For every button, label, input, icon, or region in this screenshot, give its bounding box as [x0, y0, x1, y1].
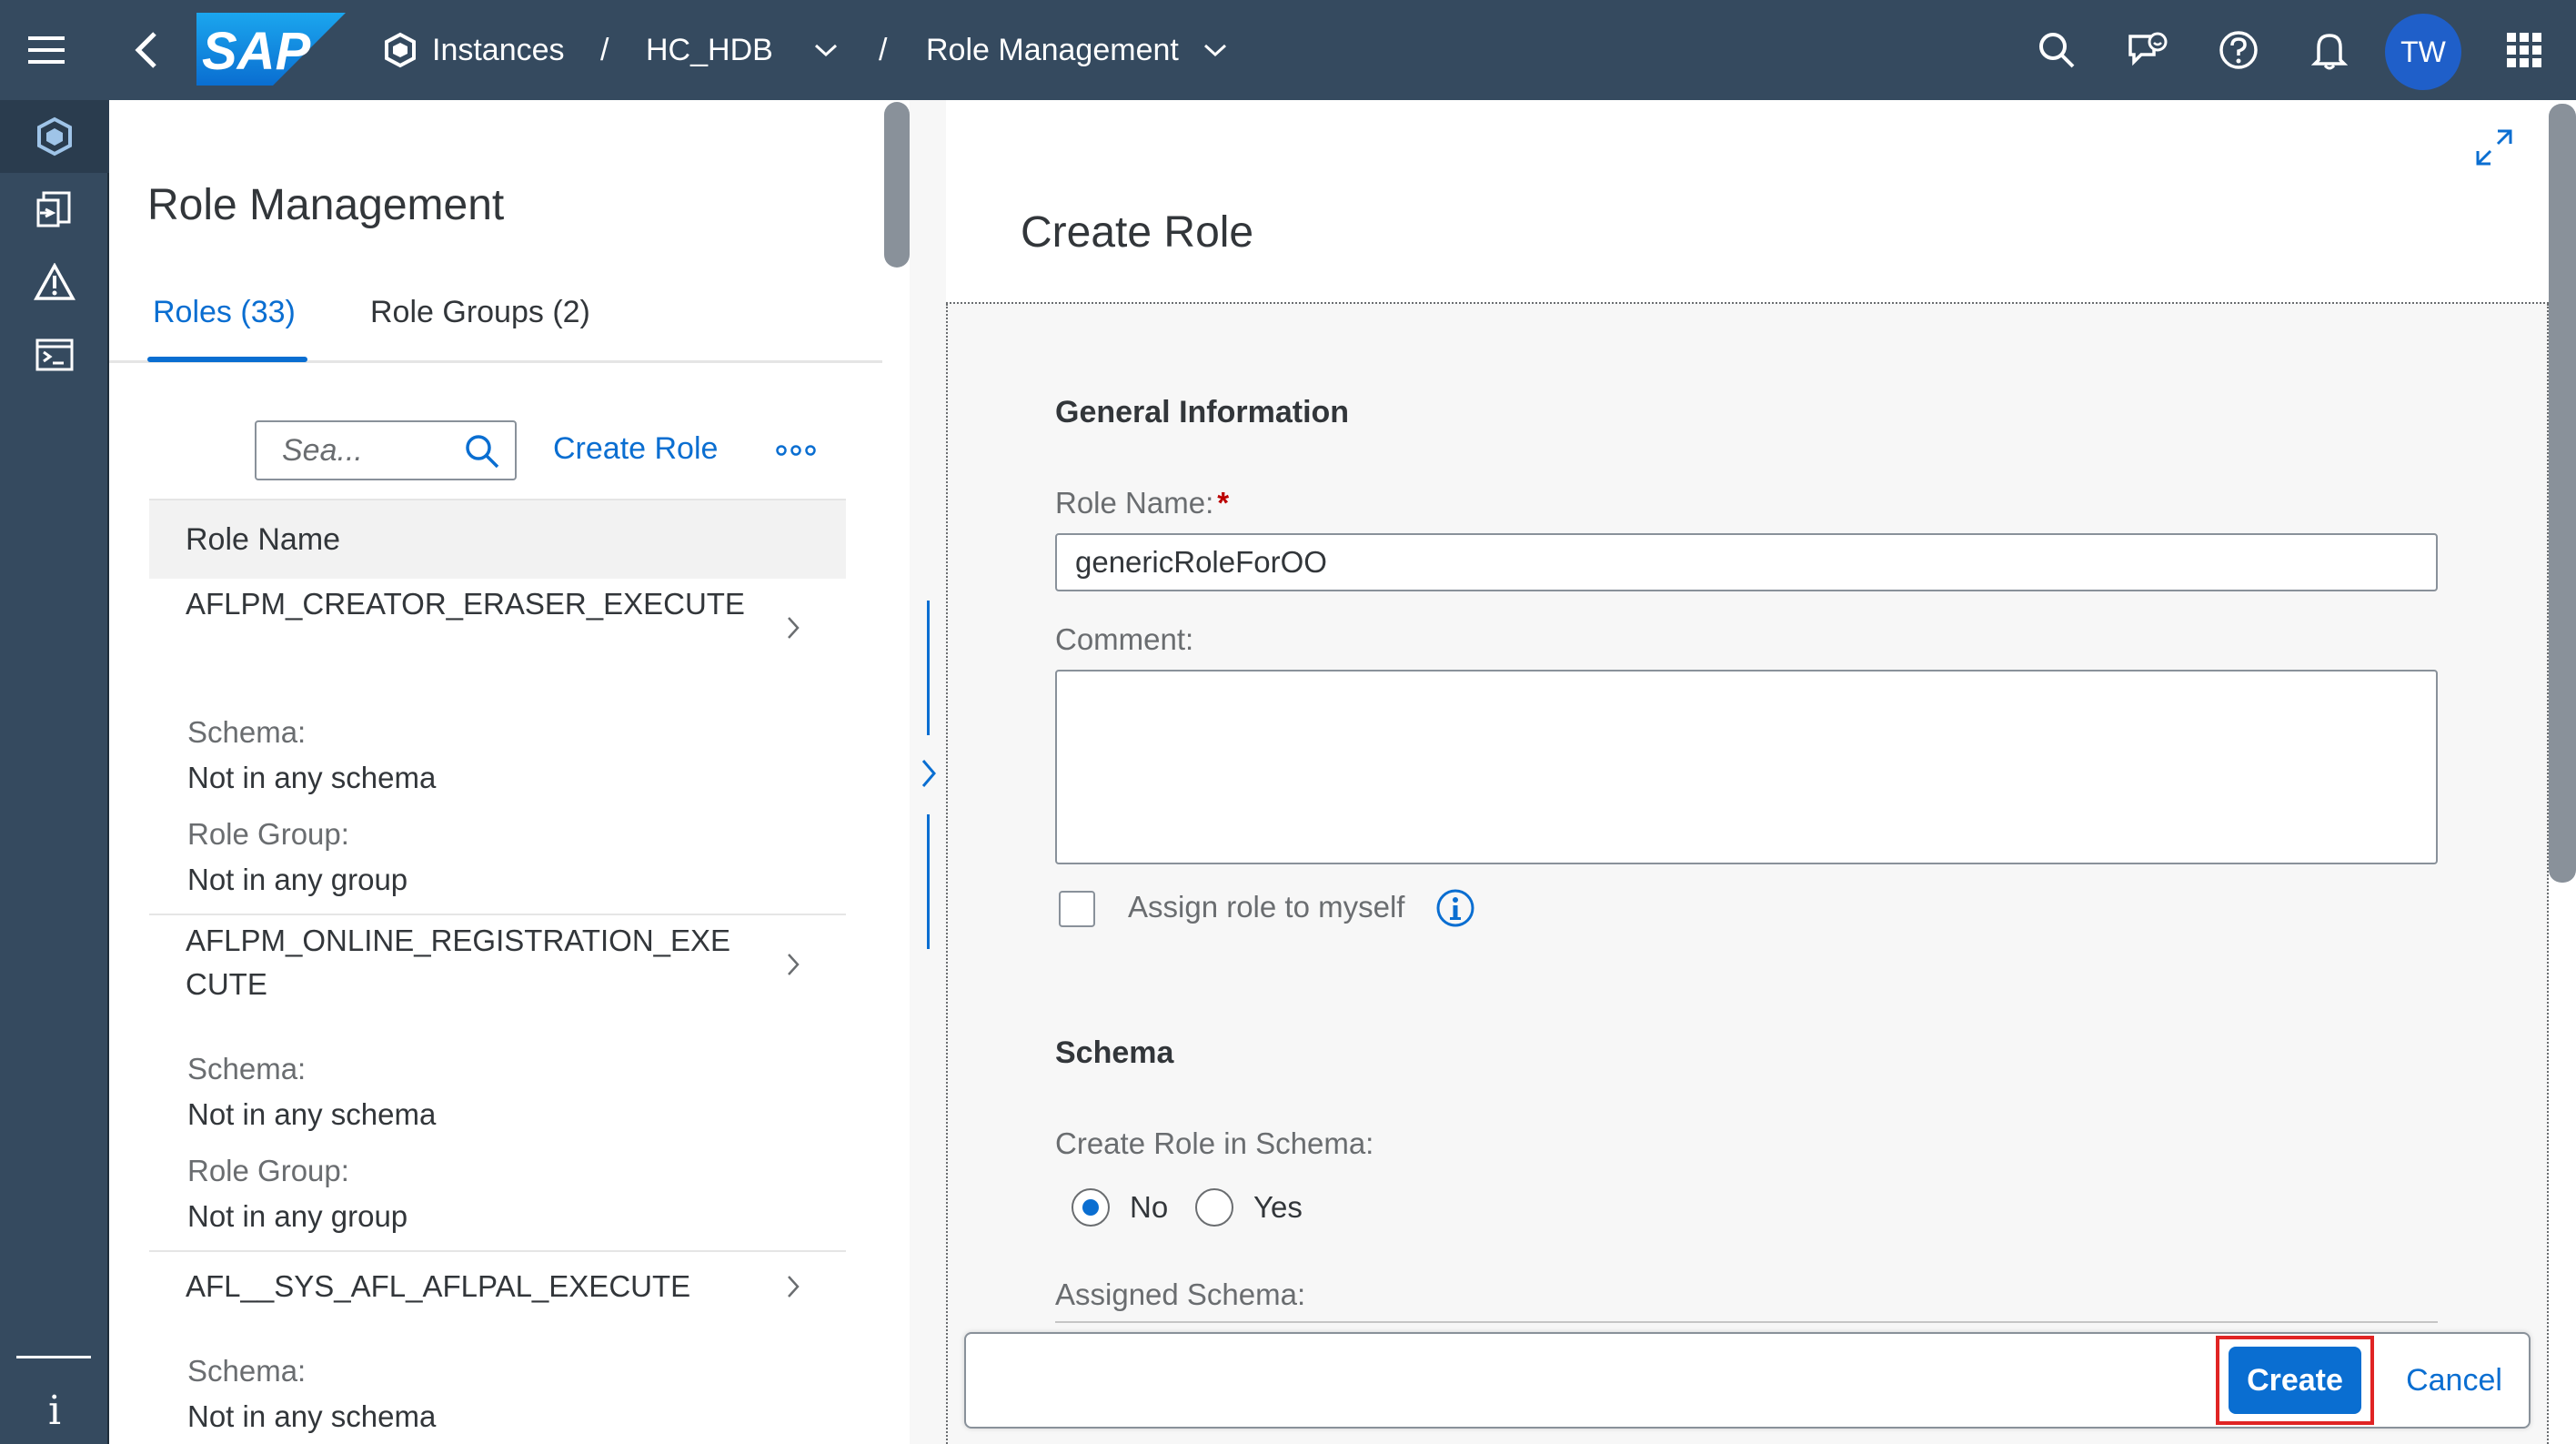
assign-role-checkbox[interactable] — [1059, 891, 1095, 927]
schema-value: Not in any schema — [187, 1399, 437, 1433]
tab-active-indicator — [147, 357, 307, 362]
schema-label: Schema: — [187, 1354, 307, 1388]
tab-roles[interactable]: Roles (33) — [153, 295, 296, 330]
assigned-schema-label: Assigned Schema: — [1055, 1277, 1306, 1311]
page-title: Role Management — [147, 181, 505, 229]
create-role-header: Create Role — [946, 100, 2549, 304]
search-placeholder: Sea... — [282, 433, 363, 468]
sap-logo[interactable]: SAP — [196, 13, 346, 86]
search-icon[interactable] — [2034, 0, 2079, 100]
list-item[interactable]: AFL__SYS_AFL_AFLPAL_EXECUTE Schema: Not … — [149, 1252, 846, 1444]
radio-no-label[interactable]: No — [1130, 1190, 1168, 1225]
list-item[interactable]: AFLPM_CREATOR_ERASER_EXECUTE Schema: Not… — [149, 579, 846, 915]
sidenav-sql-console-icon[interactable] — [0, 318, 109, 391]
role-list: Role Name AFLPM_CREATOR_ERASER_EXECUTE S… — [149, 499, 846, 1444]
sidenav-instances-cube-icon[interactable] — [0, 100, 109, 173]
sidenav-divider — [16, 1356, 91, 1358]
create-button[interactable]: Create — [2229, 1347, 2361, 1414]
role-list-panel: Role Management Roles (33) Role Groups (… — [109, 100, 910, 1444]
create-role-panel: Create Role General Information Role Nam… — [946, 100, 2549, 1444]
create-role-link[interactable]: Create Role — [553, 431, 718, 467]
schema-heading: Schema — [1055, 1035, 1174, 1070]
create-role-title: Create Role — [1021, 208, 1254, 257]
feedback-icon[interactable] — [2123, 0, 2172, 100]
role-name: AFL__SYS_AFL_AFLPAL_EXECUTE — [186, 1269, 691, 1303]
sidenav-alerts-icon[interactable] — [0, 246, 109, 318]
breadcrumb-separator: / — [879, 32, 888, 67]
left-scrollbar[interactable] — [882, 100, 910, 1444]
info-icon[interactable] — [1435, 888, 1475, 933]
tab-role-groups[interactable]: Role Groups (2) — [370, 295, 590, 330]
schema-value: Not in any schema — [187, 761, 437, 794]
role-group-value: Not in any group — [187, 863, 408, 896]
shell-bar: SAP Instances / HC_HDB / Role Management… — [0, 0, 2576, 100]
create-in-schema-label: Create Role in Schema: — [1055, 1126, 1374, 1160]
left-scrollbar-thumb[interactable] — [884, 102, 910, 268]
chevron-down-icon[interactable] — [1199, 0, 1232, 100]
radio-yes[interactable] — [1195, 1188, 1233, 1227]
right-scrollbar-thumb[interactable] — [2549, 104, 2576, 883]
role-group-value: Not in any group — [187, 1199, 408, 1233]
product-switch-grid-icon[interactable] — [2501, 0, 2547, 100]
list-header: Role Name — [149, 499, 846, 579]
assign-role-label[interactable]: Assign role to myself — [1128, 890, 1404, 924]
sidenav-info-icon[interactable]: i — [0, 1374, 109, 1444]
breadcrumb-separator: / — [600, 32, 609, 67]
role-name: AFLPM_CREATOR_ERASER_EXECUTE — [186, 587, 745, 621]
schema-label: Schema: — [187, 715, 307, 749]
role-group-label: Role Group: — [187, 817, 349, 851]
cancel-button[interactable]: Cancel — [2390, 1347, 2518, 1414]
search-icon[interactable] — [464, 433, 500, 474]
chevron-right-icon — [786, 1274, 800, 1304]
help-icon[interactable] — [2216, 0, 2261, 100]
comment-textarea[interactable] — [1055, 670, 2438, 864]
expand-chevron-right-icon[interactable] — [913, 746, 944, 801]
form-container — [946, 304, 2549, 1444]
more-options-icon[interactable] — [764, 428, 828, 473]
sap-logo-text: SAP — [202, 22, 311, 81]
general-information-heading: General Information — [1055, 395, 1350, 429]
chevron-right-icon — [786, 615, 800, 645]
role-name: AFLPM_ONLINE_REGISTRATION_EXECUTE — [186, 924, 731, 1001]
chevron-right-icon — [786, 952, 800, 982]
schema-label: Schema: — [187, 1052, 307, 1086]
splitter-handle-line — [927, 601, 930, 735]
notification-bell-icon[interactable] — [2307, 0, 2352, 100]
comment-label: Comment: — [1055, 622, 1194, 656]
schema-value: Not in any schema — [187, 1097, 437, 1131]
hamburger-menu-icon[interactable] — [15, 0, 78, 100]
chevron-down-icon[interactable] — [810, 0, 842, 100]
breadcrumb-hc-hdb[interactable]: HC_HDB — [646, 0, 773, 100]
role-name-label-text: Role Name: — [1055, 486, 1214, 520]
breadcrumb-role-management[interactable]: Role Management — [926, 0, 1179, 100]
sidenav-import-icon[interactable] — [0, 173, 109, 246]
role-group-label: Role Group: — [187, 1154, 349, 1187]
side-navigation: i — [0, 100, 109, 1444]
search-input[interactable]: Sea... — [255, 420, 517, 480]
user-avatar[interactable]: TW — [2385, 14, 2461, 90]
fullscreen-icon[interactable] — [2460, 113, 2529, 182]
splitter-handle-line — [927, 814, 930, 949]
required-asterisk: * — [1217, 486, 1230, 520]
instance-cube-icon — [380, 0, 420, 100]
role-name-input[interactable]: genericRoleForOO — [1055, 533, 2438, 591]
role-name-label: Role Name: * — [1055, 486, 1229, 520]
radio-no[interactable] — [1072, 1188, 1110, 1227]
radio-yes-label[interactable]: Yes — [1253, 1190, 1303, 1225]
back-arrow-icon[interactable] — [124, 0, 169, 100]
radio-selected-dot — [1082, 1199, 1099, 1216]
breadcrumb-instances[interactable]: Instances — [432, 0, 565, 100]
footer-toolbar: Create Cancel — [964, 1332, 2531, 1429]
list-item[interactable]: AFLPM_ONLINE_REGISTRATION_EXECUTE Schema… — [149, 915, 846, 1252]
